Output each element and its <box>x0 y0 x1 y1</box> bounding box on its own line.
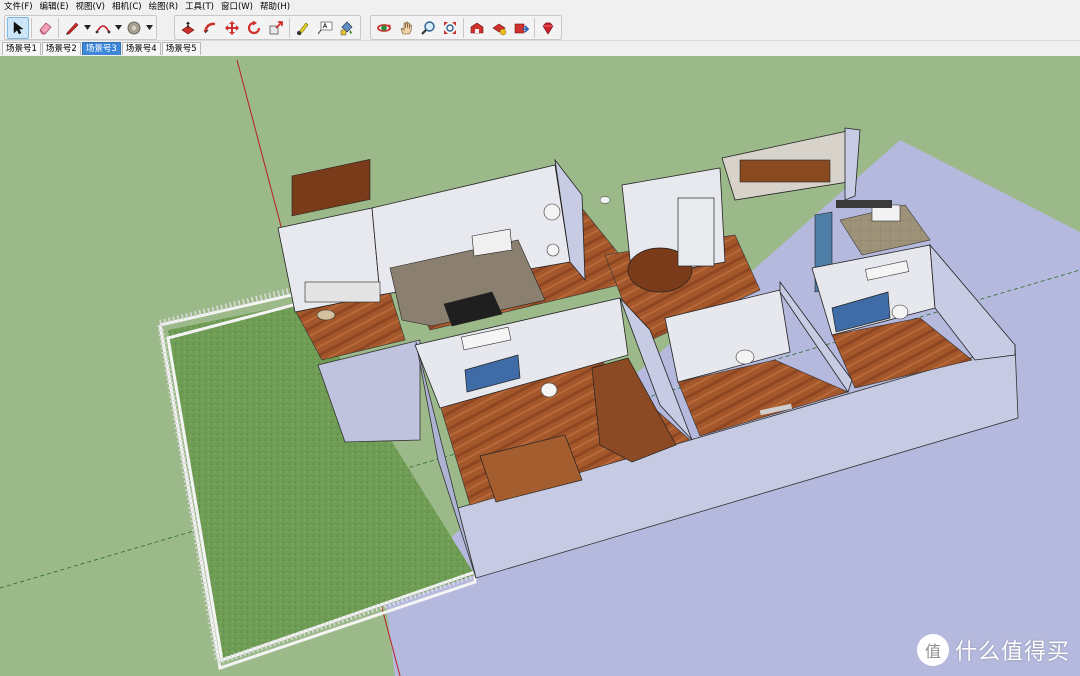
watermark: 值 什么值得买 <box>916 634 1070 666</box>
toolbar-group-draw <box>4 15 157 40</box>
floorplan-3d-model <box>0 59 1080 676</box>
sketchup-window: 文件(F) 编辑(E) 视图(V) 相机(C) 绘图(R) 工具(T) 窗口(W… <box>0 0 1080 676</box>
paint-material-icon <box>340 21 353 35</box>
ruby-icon <box>542 22 554 35</box>
scene-tab-3[interactable]: 场景号3 <box>81 42 121 55</box>
menu-view[interactable]: 视图(V) <box>72 0 108 14</box>
chevron-down-icon <box>146 25 153 30</box>
menu-help[interactable]: 帮助(H) <box>256 0 293 14</box>
living-lamp-small <box>546 243 560 257</box>
select-tool-icon <box>13 20 24 34</box>
warehouse-button[interactable] <box>466 17 488 39</box>
push-pull-tool-icon <box>181 21 195 34</box>
follow-me-tool-icon <box>203 22 216 33</box>
zoom-tool-button[interactable] <box>417 17 439 39</box>
text-tool-icon <box>317 21 333 34</box>
menu-window[interactable]: 窗口(W) <box>217 0 256 14</box>
rotate-tool-icon <box>247 20 261 34</box>
pan-tool-icon <box>400 21 412 34</box>
move-tool-icon <box>225 20 239 35</box>
watermark-logo-icon: 值 <box>916 634 949 666</box>
bath-mirror-cabinet <box>836 200 892 208</box>
refrigerator <box>677 197 715 267</box>
arc-tool-dropdown[interactable] <box>114 17 123 39</box>
chevron-down-icon <box>84 25 91 30</box>
toolbar-separator <box>289 17 290 38</box>
rotate-tool-button[interactable] <box>243 17 265 39</box>
line-tool-button[interactable] <box>61 17 83 39</box>
bedroom3-ceiling-lamp <box>891 304 909 320</box>
paint-bucket-icon <box>127 21 141 34</box>
shape-tool-button[interactable] <box>123 17 145 39</box>
zoom-extents-button[interactable] <box>439 17 461 39</box>
eraser-tool-button[interactable] <box>34 17 56 39</box>
floor-lamp <box>543 203 561 221</box>
bedroom2-ceiling-lamp <box>735 349 755 365</box>
scene-tab-4[interactable]: 场景号4 <box>121 42 161 55</box>
extension-warehouse-button[interactable] <box>510 17 532 39</box>
pan-tool-button[interactable] <box>395 17 417 39</box>
master-ceiling-lamp <box>540 382 558 398</box>
menu-edit[interactable]: 编辑(E) <box>36 0 72 14</box>
toolbar-separator <box>463 17 464 38</box>
share-model-button[interactable] <box>488 17 510 39</box>
toolbar-separator <box>58 17 59 38</box>
eraser-tool-icon <box>39 21 52 34</box>
entrance-ceiling-light <box>599 196 611 204</box>
scene-tab-1[interactable]: 场景号1 <box>2 42 41 55</box>
arc-tool-icon <box>95 24 111 33</box>
round-table-kitchen <box>316 309 336 321</box>
kitchen-upper-cabinets <box>291 158 371 217</box>
line-tool-dropdown[interactable] <box>83 17 92 39</box>
move-tool-button[interactable] <box>221 17 243 39</box>
paint-bucket-button[interactable] <box>336 17 358 39</box>
toolbar-separator <box>31 17 32 38</box>
toolbar-group-modify <box>174 15 361 40</box>
push-pull-button[interactable] <box>177 17 199 39</box>
warehouse-icon <box>470 22 484 33</box>
orbit-tool-button[interactable] <box>373 17 395 39</box>
scene-tabs: 场景号1 场景号2 场景号3 场景号4 场景号5 <box>0 41 1080 56</box>
text-tool-button[interactable] <box>314 17 336 39</box>
menu-file[interactable]: 文件(F) <box>0 0 36 14</box>
menu-draw[interactable]: 绘图(R) <box>145 0 182 14</box>
extension-icon <box>514 23 529 33</box>
menu-bar: 文件(F) 编辑(E) 视图(V) 相机(C) 绘图(R) 工具(T) 窗口(W… <box>0 0 1080 14</box>
model-viewport[interactable]: 值 什么值得买 <box>0 56 1080 676</box>
kitchen-counter <box>304 281 381 303</box>
zoom-tool-icon <box>421 20 435 35</box>
scale-tool-button[interactable] <box>265 17 287 39</box>
ruby-console-button[interactable] <box>537 17 559 39</box>
arc-tool-button[interactable] <box>92 17 114 39</box>
shape-tool-dropdown[interactable] <box>145 17 154 39</box>
tape-measure-icon <box>297 22 309 35</box>
orbit-tool-icon <box>377 23 391 32</box>
select-tool-button[interactable] <box>7 16 29 39</box>
kitchenette-counter <box>739 159 831 183</box>
main-toolbar <box>0 14 1080 41</box>
menu-camera[interactable]: 相机(C) <box>108 0 145 14</box>
zoom-extents-icon <box>444 21 456 34</box>
scale-tool-icon <box>269 20 283 34</box>
scene-tab-5[interactable]: 场景号5 <box>161 42 201 55</box>
follow-me-button[interactable] <box>199 17 221 39</box>
pencil-line-tool-icon <box>66 22 79 35</box>
watermark-text: 什么值得买 <box>954 640 1070 665</box>
toolbar-separator <box>534 17 535 38</box>
tape-measure-button[interactable] <box>292 17 314 39</box>
share-model-icon <box>492 23 507 35</box>
chevron-down-icon <box>115 25 122 30</box>
menu-tools[interactable]: 工具(T) <box>181 0 217 14</box>
scene-tab-2[interactable]: 场景号2 <box>41 42 81 55</box>
toolbar-group-camera <box>370 15 562 40</box>
